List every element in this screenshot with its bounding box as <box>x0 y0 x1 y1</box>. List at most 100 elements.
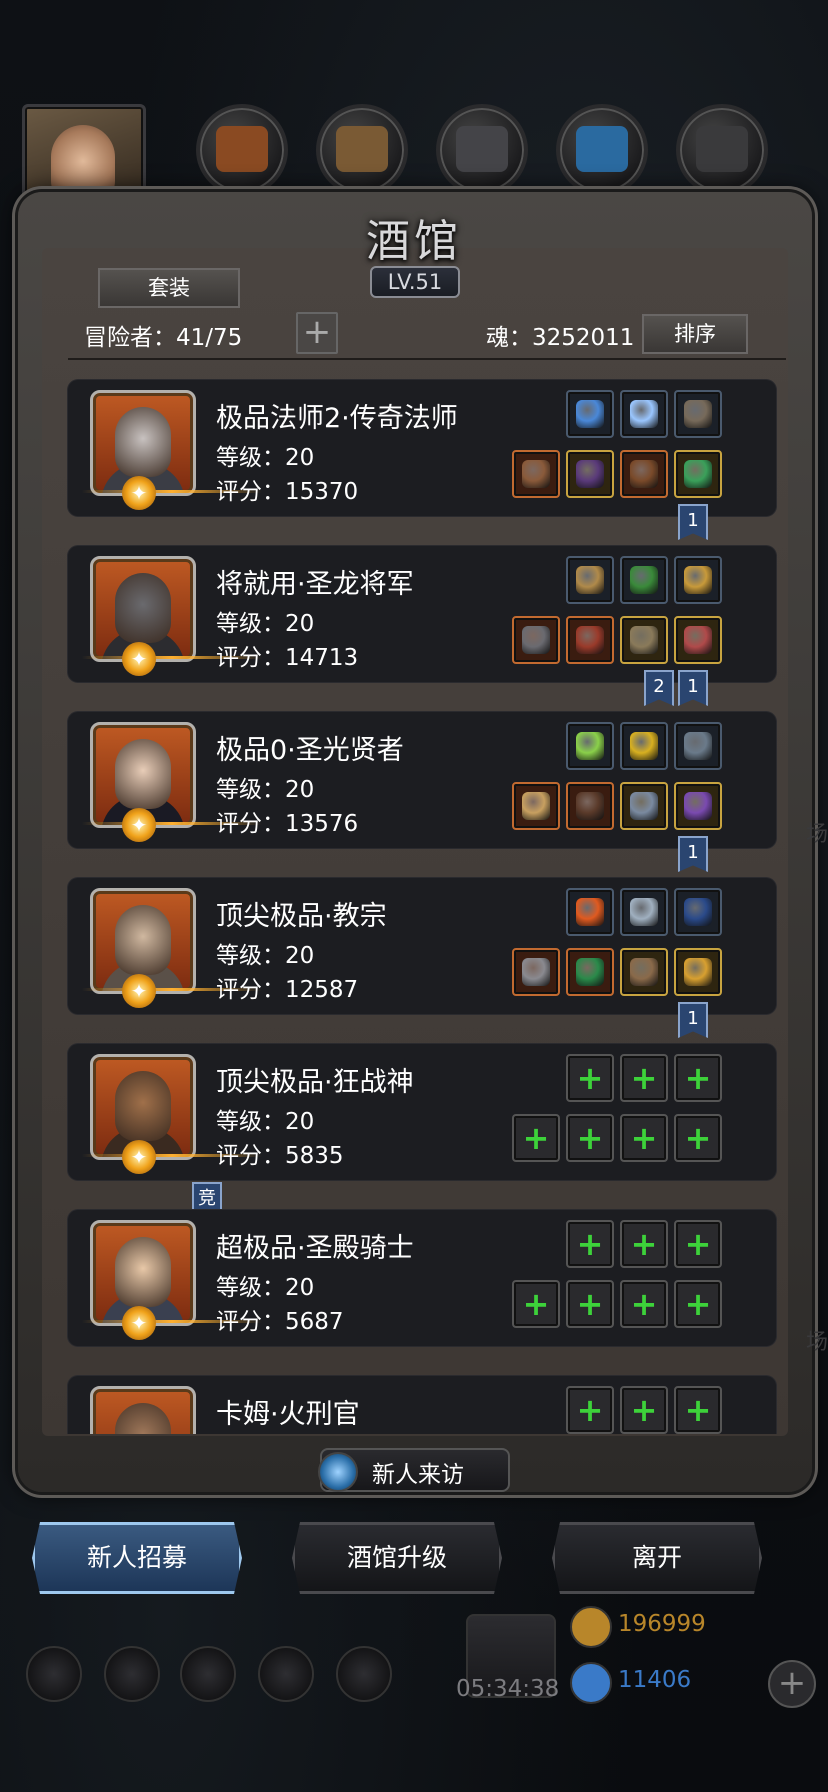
portal-icon <box>318 1452 358 1492</box>
whip-icon[interactable] <box>674 888 722 936</box>
side-label: 场 <box>805 822 828 847</box>
new-visitor-bar[interactable]: 新人来访 <box>318 1448 510 1492</box>
add-slot-icon[interactable]: + <box>512 1114 560 1162</box>
hero-level: 等级：20 <box>216 1275 315 1301</box>
plus-icon: + <box>684 1285 712 1323</box>
portrait-head <box>115 573 171 643</box>
add-slot-icon[interactable]: + <box>566 1280 614 1328</box>
settings-gear-icon[interactable] <box>26 1646 82 1702</box>
hero-card[interactable]: ✦ 极品法师2·传奇法师 等级：20 评分：15370 <box>68 380 776 516</box>
horn-icon[interactable] <box>674 390 722 438</box>
add-slot-icon[interactable]: + <box>674 1280 722 1328</box>
recruit-button[interactable]: 新人招募 <box>32 1522 242 1594</box>
star-rank-icon: ✦ <box>122 1140 156 1174</box>
leave-button[interactable]: 离开 <box>552 1522 762 1594</box>
add-slot-icon[interactable]: + <box>566 1220 614 1268</box>
plus-icon: + <box>630 1225 658 1263</box>
tome-icon[interactable] <box>620 450 668 498</box>
add-slot-icon[interactable]: + <box>674 1054 722 1102</box>
robe-icon[interactable] <box>566 782 614 830</box>
gold-ring-icon[interactable] <box>674 948 722 996</box>
golden-apple-icon[interactable] <box>620 722 668 770</box>
gold-coin-icon <box>570 1606 612 1648</box>
outfit-button[interactable]: 套装 <box>98 268 240 308</box>
scroll-icon[interactable] <box>620 556 668 604</box>
plus-icon: + <box>630 1059 658 1097</box>
equipment-item <box>630 958 658 986</box>
sword-icon[interactable] <box>512 616 560 664</box>
hammer-icon[interactable] <box>512 782 560 830</box>
amulet-icon[interactable] <box>566 556 614 604</box>
castle-icon[interactable] <box>180 1646 236 1702</box>
compass-icon[interactable] <box>336 1646 392 1702</box>
hero-card[interactable]: ✦ 极品0·圣光贤者 等级：20 评分：13576 <box>68 712 776 848</box>
portrait-head <box>115 905 171 975</box>
add-slot-icon[interactable]: + <box>674 1220 722 1268</box>
portrait-head <box>115 1237 171 1307</box>
armor-icon[interactable] <box>566 450 614 498</box>
hero-tag-flag: 1 <box>678 670 708 706</box>
plus-icon: + <box>684 1225 712 1263</box>
ring-icon[interactable] <box>674 782 722 830</box>
add-slot-icon[interactable]: + <box>620 1114 668 1162</box>
add-slot-icon[interactable]: + <box>512 1280 560 1328</box>
add-slot-icon[interactable]: + <box>674 1114 722 1162</box>
add-slot-icon[interactable]: + <box>566 1114 614 1162</box>
hero-score: 评分：5835 <box>216 1143 344 1169</box>
add-slot-icon[interactable]: + <box>620 1386 668 1434</box>
scepter-icon[interactable] <box>620 782 668 830</box>
equipment-item <box>630 460 658 488</box>
crystal-flower-icon[interactable] <box>566 722 614 770</box>
emerald-icon[interactable] <box>674 450 722 498</box>
mail-icon[interactable] <box>258 1646 314 1702</box>
fire-orb-icon[interactable] <box>566 888 614 936</box>
hero-portrait[interactable] <box>90 1386 196 1434</box>
ore-icon <box>196 104 288 196</box>
panel-title-wrap: 酒馆 <box>0 205 828 269</box>
add-slot-icon[interactable]: + <box>566 1054 614 1102</box>
staff-icon[interactable] <box>512 450 560 498</box>
resource-material <box>216 126 268 172</box>
hero-name: 超极品·圣殿骑士 <box>216 1233 414 1264</box>
star-rank-icon: ✦ <box>122 1306 156 1340</box>
cloak-icon[interactable] <box>620 948 668 996</box>
star-rank-icon: ✦ <box>122 476 156 510</box>
chest-armor-icon[interactable] <box>566 616 614 664</box>
equipment-item <box>576 732 604 760</box>
equipment-item <box>684 566 712 594</box>
crystal-icon <box>556 104 648 196</box>
orb-icon[interactable] <box>566 390 614 438</box>
green-armor-icon[interactable] <box>566 948 614 996</box>
expand-capacity-button[interactable]: + <box>296 312 338 354</box>
hero-card[interactable]: ✦ 顶尖极品·教宗 等级：20 评分：12587 <box>68 878 776 1014</box>
hero-tag-flag: 1 <box>678 1002 708 1038</box>
portrait-head <box>115 407 171 477</box>
add-slot-icon[interactable]: + <box>620 1220 668 1268</box>
equipment-item <box>684 400 712 428</box>
hero-card[interactable]: ✦ 将就用·圣龙将军 等级：20 评分：14713 <box>68 546 776 682</box>
add-slot-icon[interactable]: + <box>674 1386 722 1434</box>
tavern-upgrade-button[interactable]: 酒馆升级 <box>292 1522 502 1594</box>
pendant-icon[interactable] <box>620 888 668 936</box>
mace-icon[interactable] <box>512 948 560 996</box>
add-slot-icon[interactable]: + <box>620 1054 668 1102</box>
lantern-icon[interactable] <box>674 556 722 604</box>
hero-card[interactable]: ✦ 超极品·圣殿骑士 等级：20 评分：5687 + + + + + + + <box>68 1210 776 1346</box>
shield-icon[interactable] <box>620 616 668 664</box>
equipment-item <box>576 958 604 986</box>
star-gem-icon[interactable] <box>620 390 668 438</box>
hero-card[interactable]: ✦ 顶尖极品·狂战神 等级：20 评分：5835 + + + + + + + <box>68 1044 776 1180</box>
hero-list[interactable]: ✦ 极品法师2·传奇法师 等级：20 评分：15370 1 ✦ 将就用·圣龙将军 等级：20 评… <box>60 372 788 1434</box>
add-currency-button[interactable]: + <box>768 1660 816 1708</box>
necklace-icon[interactable] <box>674 616 722 664</box>
side-label: 场 <box>805 1330 828 1355</box>
sort-button[interactable]: 排序 <box>642 314 748 354</box>
equipment-item <box>522 958 550 986</box>
book-icon[interactable] <box>674 722 722 770</box>
hero-card[interactable]: ✦卡姆·火刑官等级：20+++ <box>68 1376 776 1434</box>
achievement-icon[interactable] <box>104 1646 160 1702</box>
add-slot-icon[interactable]: + <box>566 1386 614 1434</box>
panel-divider <box>68 358 786 360</box>
gift-timer: 05:34:38 <box>456 1676 560 1702</box>
add-slot-icon[interactable]: + <box>620 1280 668 1328</box>
